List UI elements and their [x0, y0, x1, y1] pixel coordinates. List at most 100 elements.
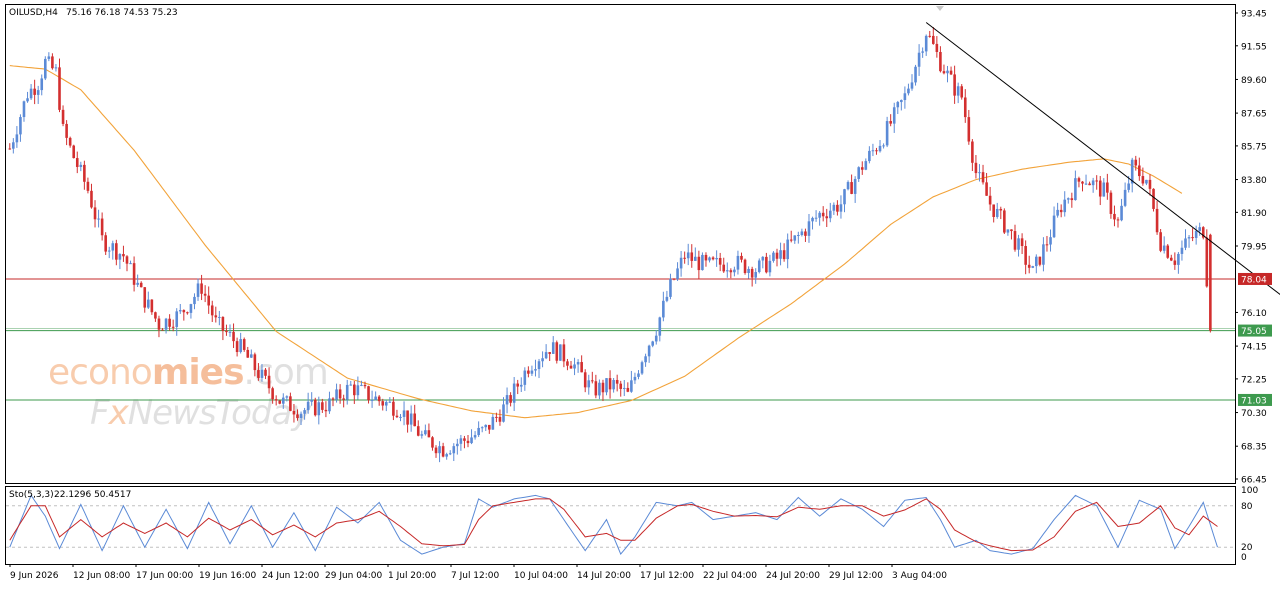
candle-bull: [147, 299, 150, 308]
candle-bull: [544, 352, 548, 359]
time-tick-label: 14 Jul 20:00: [577, 571, 631, 581]
candle-bear: [1113, 213, 1116, 220]
candle-bull: [459, 438, 463, 444]
candle-bull: [576, 362, 580, 365]
candle-bull: [424, 430, 427, 435]
candle-bear: [562, 344, 566, 362]
candle-bull: [537, 361, 541, 370]
candle-bear: [406, 410, 409, 425]
candle-bull: [1035, 256, 1038, 267]
candle-bear: [161, 329, 164, 331]
price-tick-label: 87.65: [1241, 110, 1267, 120]
candle-bear: [704, 254, 708, 261]
candle-bear: [210, 305, 214, 316]
candle-bear: [765, 256, 768, 273]
candle-bear: [86, 181, 90, 191]
candle-bear: [431, 437, 434, 448]
time-tick-label: 3 Aug 04:00: [892, 571, 947, 581]
candle-bear: [139, 282, 143, 288]
candle-bear: [232, 331, 235, 342]
candle-bull: [644, 356, 647, 363]
candle-bull: [903, 93, 907, 101]
candle-bull: [250, 354, 253, 358]
watermark: economies.com FxNewsToday: [48, 352, 329, 433]
candle-bear: [72, 145, 76, 159]
candle-bull: [399, 416, 402, 418]
price-tick-label: 79.95: [1241, 243, 1267, 253]
candle-bear: [1098, 180, 1102, 197]
candle-bull: [470, 437, 473, 444]
candle-bull: [218, 316, 221, 318]
candle-bull: [747, 268, 750, 273]
candle-bear: [889, 121, 892, 124]
candle-bear: [200, 283, 203, 294]
candle-bear: [1169, 257, 1173, 261]
candle-bull: [1056, 209, 1059, 216]
candle-bear: [1141, 176, 1145, 184]
candle-bull: [1066, 198, 1070, 200]
candle-bull: [420, 434, 424, 436]
price-tick-label: 74.15: [1241, 343, 1267, 353]
chart-canvas: economies.com FxNewsToday 93.45 91.55 89.6…: [5, 4, 1280, 581]
candle-bull: [228, 331, 232, 333]
candle-bull: [107, 250, 111, 252]
candle-bear: [690, 252, 694, 261]
candle-bear: [775, 252, 779, 259]
candle-bull: [651, 341, 654, 346]
candle-bull: [662, 300, 665, 318]
candle-bull: [559, 344, 562, 361]
candle-bull: [768, 260, 772, 273]
price-axis: 93.45 91.55 89.60 87.65 85.75 83.80 81.90 79.95…: [1235, 10, 1267, 486]
candle-bear: [932, 35, 935, 44]
candle-bull: [1074, 178, 1077, 201]
candle-bear: [214, 315, 218, 318]
candle-bear: [246, 349, 250, 358]
candle-bull: [328, 398, 331, 412]
candle-bull: [1198, 227, 1202, 231]
candle-bull: [828, 210, 832, 219]
candle-bear: [583, 372, 587, 388]
candle-bull: [530, 370, 534, 374]
candle-bull: [310, 399, 313, 402]
candle-bear: [566, 361, 569, 366]
candle-bear: [1077, 178, 1081, 182]
candle-bear: [821, 212, 825, 217]
candle-bear: [321, 402, 324, 410]
price-tick-label: 89.60: [1241, 76, 1267, 86]
candle-bull: [299, 413, 303, 419]
price-tick-label: 93.45: [1241, 10, 1267, 20]
candle-bull: [885, 121, 889, 146]
candle-bull: [477, 427, 480, 436]
candle-bear: [353, 384, 356, 396]
candle-bull: [448, 453, 452, 455]
candle-bear: [8, 148, 12, 150]
candle-bull: [1006, 229, 1010, 233]
candle-bear: [331, 398, 335, 400]
candle-bull: [1049, 237, 1052, 245]
time-tick-label: 7 Jul 12:00: [451, 571, 500, 581]
candle-bull: [473, 435, 477, 438]
candle-bull: [715, 258, 718, 260]
candle-bear: [171, 326, 175, 328]
time-tick-label: 19 Jun 16:00: [199, 571, 256, 581]
candle-bear: [942, 71, 946, 74]
candle-bull: [914, 66, 917, 83]
candle-bear: [971, 141, 974, 163]
candle-bull: [754, 272, 758, 278]
candle-bull: [438, 446, 441, 454]
candle-bear: [516, 383, 520, 387]
candle-bull: [1184, 238, 1187, 248]
candle-bull: [676, 268, 679, 280]
candle-bear: [804, 231, 807, 236]
candle-bear: [264, 369, 267, 376]
candle-bear: [342, 398, 345, 400]
candle-bear: [466, 440, 470, 444]
candle-bull: [484, 424, 488, 428]
candle-bear: [392, 401, 395, 416]
candle-bull: [868, 150, 871, 162]
candle-bear: [875, 150, 878, 152]
price-tick-label: 81.90: [1241, 209, 1267, 219]
candle-bear: [90, 190, 93, 208]
candle-bear: [154, 312, 157, 319]
stoch-tick-label: 20: [1241, 543, 1253, 553]
